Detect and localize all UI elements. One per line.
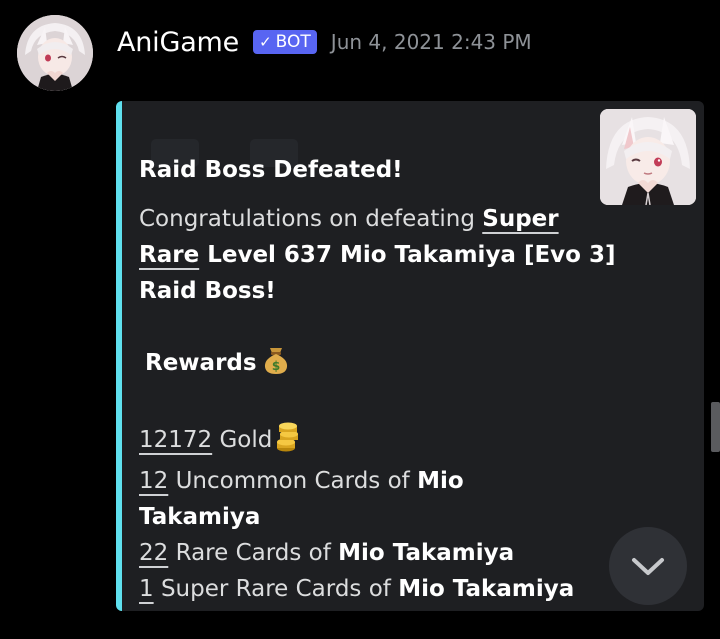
- reward-row-rare: 22 Rare Cards of Mio Takamiya: [139, 535, 589, 571]
- reward-amount: 12: [139, 468, 169, 494]
- anime-girl-thumbnail-icon: [600, 109, 696, 205]
- description-line-2: Rare Level 637 Mio Takamiya [Evo 3]: [139, 237, 616, 273]
- message-timestamp[interactable]: Jun 4, 2021 2:43 PM: [331, 30, 532, 54]
- reward-card-name-cont: Takamiya: [139, 504, 261, 530]
- reward-row-uncommon: 12 Uncommon Cards of Mio: [139, 463, 589, 499]
- rarity-text: Super: [482, 206, 559, 232]
- svg-text:$: $: [271, 359, 279, 373]
- jump-to-bottom-button[interactable]: [609, 527, 687, 605]
- money-bag-icon: $: [261, 345, 291, 386]
- boss-name-text: Level 637 Mio Takamiya [Evo 3]: [199, 242, 616, 268]
- embed-thumbnail[interactable]: [600, 109, 696, 205]
- reward-amount: 1: [139, 576, 154, 602]
- chevron-down-icon: [632, 558, 664, 575]
- description-line-1: Congratulations on defeating Super: [139, 201, 589, 237]
- anime-girl-avatar-icon: [17, 15, 93, 91]
- reward-card-name: Mio: [417, 468, 464, 494]
- scrollbar-thumb[interactable]: [711, 402, 720, 452]
- reward-amount: 12172: [139, 427, 213, 453]
- reward-card-name: Mio Takamiya: [338, 540, 515, 566]
- rewards-heading: Rewards: [145, 350, 257, 376]
- username[interactable]: AniGame: [117, 27, 239, 58]
- embed-title: Raid Boss Defeated!: [139, 157, 403, 183]
- embed-description: Congratulations on defeating Super Rare …: [139, 201, 616, 607]
- embed-accent-bar: [116, 101, 122, 611]
- description-line-3: Raid Boss!: [139, 273, 589, 309]
- reward-text: Uncommon Cards of: [168, 468, 418, 494]
- reward-row-gold: 12172 Gold: [139, 422, 589, 463]
- message-header: AniGame ✓ BOT Jun 4, 2021 2:43 PM: [117, 22, 532, 62]
- embed-card: Raid Boss Defeated! Congratulations on d…: [116, 101, 704, 611]
- reward-row-uncommon-cont: Takamiya: [139, 499, 589, 535]
- bot-badge: ✓ BOT: [253, 30, 317, 54]
- reward-card-name: Mio Takamiya: [398, 576, 575, 602]
- reward-text: Super Rare Cards of: [153, 576, 399, 602]
- rarity-text-cont: Rare: [139, 242, 200, 268]
- coins-icon: [276, 422, 302, 463]
- reward-row-super-rare: 1 Super Rare Cards of Mio Takamiya: [139, 571, 589, 607]
- raid-boss-text: Raid Boss!: [139, 278, 276, 304]
- bot-badge-label: BOT: [275, 32, 311, 52]
- check-icon: ✓: [259, 33, 272, 51]
- reward-amount: 22: [139, 540, 169, 566]
- bot-avatar[interactable]: [17, 15, 93, 91]
- reward-text: Rare Cards of: [168, 540, 339, 566]
- reward-text: Gold: [212, 427, 273, 453]
- rewards-heading-line: Rewards $: [139, 345, 589, 386]
- congrats-text: Congratulations on defeating: [139, 206, 483, 232]
